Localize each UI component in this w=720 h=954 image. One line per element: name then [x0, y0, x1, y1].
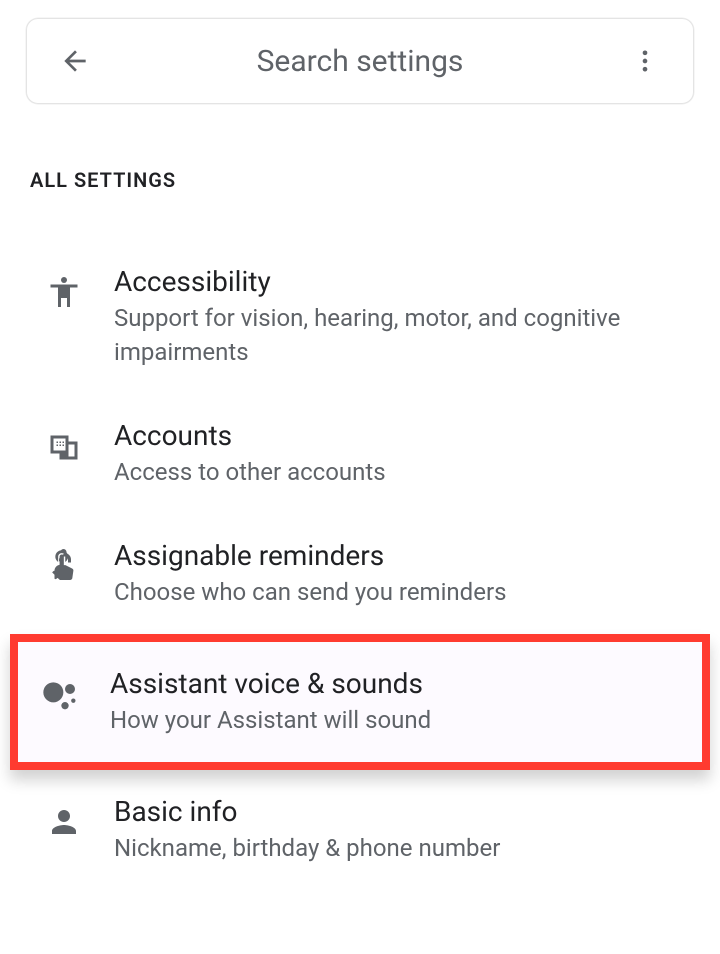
settings-item-title: Basic info — [114, 794, 688, 830]
settings-item-accounts[interactable]: Accounts Access to other accounts — [16, 394, 704, 514]
more-button[interactable] — [625, 41, 665, 81]
settings-item-text: Accounts Access to other accounts — [114, 418, 688, 490]
search-placeholder: Search settings — [95, 44, 625, 79]
settings-item-assistant-voice[interactable]: Assistant voice & sounds How your Assist… — [10, 634, 710, 770]
settings-item-title: Assistant voice & sounds — [110, 666, 692, 702]
settings-item-desc: Nickname, birthday & phone number — [114, 832, 688, 866]
more-vert-icon — [631, 47, 659, 75]
reminders-icon — [40, 542, 88, 590]
settings-item-text: Assistant voice & sounds How your Assist… — [110, 666, 692, 738]
accounts-icon — [40, 422, 88, 470]
settings-list: Accessibility Support for vision, hearin… — [0, 240, 720, 890]
search-bar[interactable]: Search settings — [26, 18, 694, 104]
back-button[interactable] — [55, 41, 95, 81]
settings-item-text: Basic info Nickname, birthday & phone nu… — [114, 794, 688, 866]
basic-info-icon — [40, 798, 88, 846]
settings-item-title: Assignable reminders — [114, 538, 688, 574]
settings-item-desc: Support for vision, hearing, motor, and … — [114, 302, 688, 369]
settings-item-basic-info[interactable]: Basic info Nickname, birthday & phone nu… — [16, 770, 704, 890]
settings-item-desc: How your Assistant will sound — [110, 704, 692, 738]
settings-item-title: Accounts — [114, 418, 688, 454]
section-header: ALL SETTINGS — [30, 168, 720, 192]
settings-item-desc: Access to other accounts — [114, 456, 688, 490]
settings-item-title: Accessibility — [114, 264, 688, 300]
settings-item-desc: Choose who can send you reminders — [114, 576, 688, 610]
settings-item-accessibility[interactable]: Accessibility Support for vision, hearin… — [16, 240, 704, 394]
accessibility-icon — [40, 268, 88, 316]
settings-item-text: Accessibility Support for vision, hearin… — [114, 264, 688, 370]
settings-item-reminders[interactable]: Assignable reminders Choose who can send… — [16, 514, 704, 634]
assistant-voice-icon — [36, 670, 84, 718]
settings-item-text: Assignable reminders Choose who can send… — [114, 538, 688, 610]
back-arrow-icon — [59, 45, 91, 77]
